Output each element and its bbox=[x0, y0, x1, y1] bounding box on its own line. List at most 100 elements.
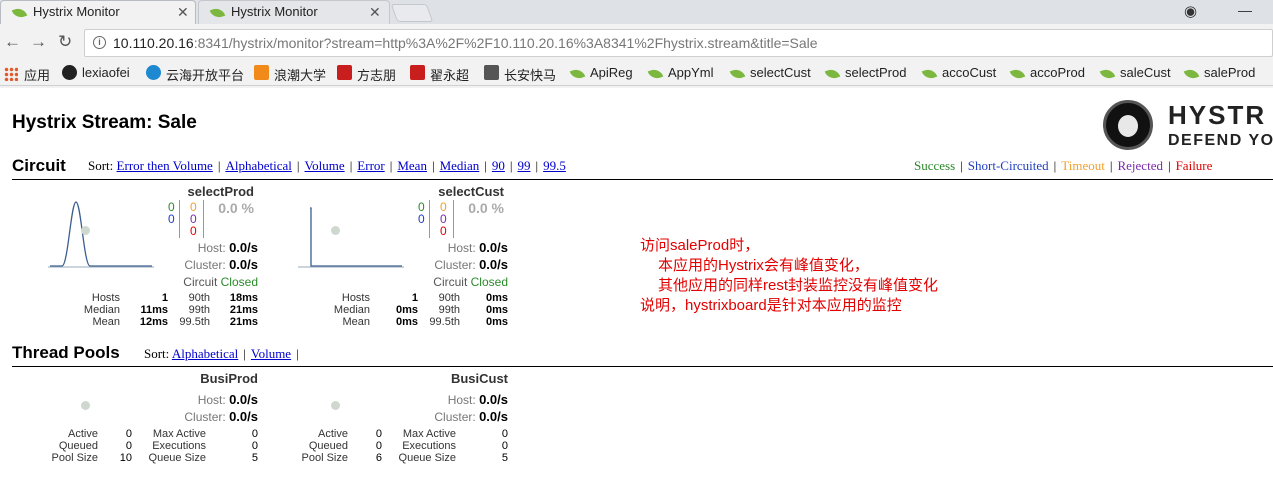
host-label: Host: bbox=[197, 241, 226, 255]
host-label: Host: bbox=[447, 241, 476, 255]
host-rate: Host: 0.0/s bbox=[198, 240, 258, 255]
stat-value: 21ms bbox=[229, 304, 258, 316]
bookmark-13[interactable]: saleCust bbox=[1099, 65, 1171, 81]
separator: | bbox=[535, 158, 539, 173]
note-line-1: 访问saleProd时， bbox=[640, 237, 760, 254]
short-circuited-count: 0 bbox=[168, 212, 175, 226]
bookmark-5[interactable]: 翟永超 bbox=[410, 65, 469, 84]
url-text[interactable]: 10.110.20.16:8341/hystrix/monitor?stream… bbox=[113, 35, 818, 51]
github-icon bbox=[62, 65, 77, 80]
legend-item: Short-Circuited bbox=[967, 158, 1049, 173]
short-circuited-count: 0 bbox=[418, 212, 425, 226]
circuit-divider bbox=[12, 179, 1273, 180]
stat-label: 99.5th bbox=[429, 316, 460, 328]
bookmark-label: 云海开放平台 bbox=[166, 68, 245, 83]
stat-label: 99th bbox=[438, 304, 460, 316]
sparkline-chart bbox=[48, 201, 154, 268]
latency-stat-row: Hosts 1 90th 0ms bbox=[298, 292, 508, 304]
sort-label: Sort: bbox=[88, 158, 114, 173]
logo-text: HYSTR bbox=[1168, 100, 1267, 130]
bookmark-6[interactable]: 长安快马 bbox=[484, 65, 556, 84]
reload-icon[interactable]: ↻ bbox=[58, 33, 72, 50]
csdn-icon bbox=[337, 65, 352, 80]
host-label: Host: bbox=[447, 393, 476, 407]
tab-hystrix-monitor-2[interactable]: Hystrix Monitor ✕ bbox=[198, 0, 390, 24]
bookmark-2[interactable]: 云海开放平台 bbox=[146, 65, 244, 84]
latency-stat-row: Mean 0ms 99.5th 0ms bbox=[298, 316, 508, 328]
stat-label: 90th bbox=[438, 292, 460, 304]
sort-link[interactable]: Error then Volume bbox=[117, 158, 213, 173]
stat-value: 11ms bbox=[140, 304, 168, 316]
pool-stat-row: Pool Size 10 Queue Size 5 bbox=[48, 452, 258, 464]
failure-count: 0 bbox=[440, 224, 447, 238]
stat-label: Queue Size bbox=[148, 452, 206, 464]
bookmark-3[interactable]: 浪潮大学 bbox=[254, 65, 326, 84]
sort-link[interactable]: 99 bbox=[518, 158, 531, 173]
sort-link[interactable]: Alphabetical bbox=[172, 346, 238, 361]
latency-stat-row: Median 11ms 99th 21ms bbox=[48, 304, 258, 316]
legend-item: Rejected bbox=[1117, 158, 1163, 173]
new-tab-button[interactable] bbox=[390, 4, 434, 22]
thread-pools-sort: Sort: Alphabetical | Volume | bbox=[144, 346, 304, 362]
bookmark-1[interactable]: lexiaofei bbox=[62, 65, 130, 80]
sort-link[interactable]: Volume bbox=[304, 158, 344, 173]
divider bbox=[453, 200, 454, 238]
minimize-icon[interactable]: — bbox=[1238, 2, 1252, 18]
legend-item: Success bbox=[914, 158, 956, 173]
bookmark-0[interactable]: 应用 bbox=[4, 65, 50, 84]
stat-label: 99.5th bbox=[179, 316, 210, 328]
stat-value: 0ms bbox=[485, 304, 508, 316]
status-dot-icon bbox=[81, 226, 90, 235]
close-icon[interactable]: ✕ bbox=[177, 4, 189, 21]
circuit-status: Circuit Closed bbox=[433, 275, 508, 289]
sort-link[interactable]: Error bbox=[357, 158, 384, 173]
sort-link[interactable]: Mean bbox=[397, 158, 427, 173]
circuit-state: Closed bbox=[220, 275, 258, 289]
back-icon[interactable]: ← bbox=[4, 33, 21, 50]
pool-stat-row: Active 0 Max Active 0 bbox=[298, 428, 508, 440]
divider bbox=[179, 200, 180, 238]
sort-link[interactable]: Volume bbox=[251, 346, 291, 361]
separator: | bbox=[349, 158, 353, 173]
bookmark-11[interactable]: accoCust bbox=[921, 65, 996, 81]
circuit-card: selectCust 0 0 0 0 0 0.0 % Host: 0.0/s Cluster: … bbox=[298, 184, 508, 344]
tab-title: Hystrix Monitor bbox=[33, 4, 120, 19]
stat-value: 5 bbox=[501, 452, 508, 464]
tab-hystrix-monitor-1[interactable]: Hystrix Monitor ✕ bbox=[0, 0, 196, 24]
thread-pool-card: BusiCust Host: 0.0/s Cluster: 0.0/s Active 0… bbox=[298, 371, 508, 471]
close-icon[interactable]: ✕ bbox=[369, 4, 381, 21]
sparkline-chart bbox=[298, 207, 404, 268]
stat-value: 0 bbox=[251, 440, 258, 452]
bookmark-8[interactable]: AppYml bbox=[647, 65, 714, 81]
leaf-icon bbox=[569, 67, 586, 81]
sort-link[interactable]: 90 bbox=[492, 158, 505, 173]
status-dot-icon bbox=[331, 401, 340, 410]
bookmark-9[interactable]: selectCust bbox=[729, 65, 811, 81]
stat-label: Mean bbox=[92, 316, 120, 328]
cluster-label: Cluster: bbox=[434, 410, 476, 424]
info-icon[interactable]: i bbox=[93, 36, 106, 49]
bookmark-12[interactable]: accoProd bbox=[1009, 65, 1085, 81]
sort-link[interactable]: Median bbox=[440, 158, 480, 173]
orange-icon bbox=[254, 65, 269, 80]
bookmark-14[interactable]: saleProd bbox=[1183, 65, 1255, 81]
divider bbox=[203, 200, 204, 238]
bookmark-4[interactable]: 方志朋 bbox=[337, 65, 396, 84]
bookmark-10[interactable]: selectProd bbox=[824, 65, 906, 81]
forward-icon[interactable]: → bbox=[30, 33, 47, 50]
note-line-4: 说明，hystrixboard是针对本应用的监控 bbox=[640, 297, 902, 314]
stat-label: 99th bbox=[188, 304, 210, 316]
profile-icon[interactable]: ◉ bbox=[1184, 2, 1197, 20]
address-bar[interactable]: i 10.110.20.16:8341/hystrix/monitor?stre… bbox=[84, 29, 1273, 57]
sort-link[interactable]: 99.5 bbox=[543, 158, 566, 173]
stat-value: 0ms bbox=[485, 316, 508, 328]
circuit-sort: Sort: Error then Volume | Alphabetical | Vol… bbox=[88, 158, 566, 174]
pool-stat-row: Active 0 Max Active 0 bbox=[48, 428, 258, 440]
bookmark-7[interactable]: ApiReg bbox=[569, 65, 633, 81]
stat-value: 0 bbox=[375, 428, 382, 440]
cluster-value: 0.0/s bbox=[479, 257, 508, 272]
stat-label: 90th bbox=[188, 292, 210, 304]
stat-label: Mean bbox=[342, 316, 370, 328]
sort-link[interactable]: Alphabetical bbox=[225, 158, 291, 173]
apps-icon bbox=[4, 67, 18, 81]
